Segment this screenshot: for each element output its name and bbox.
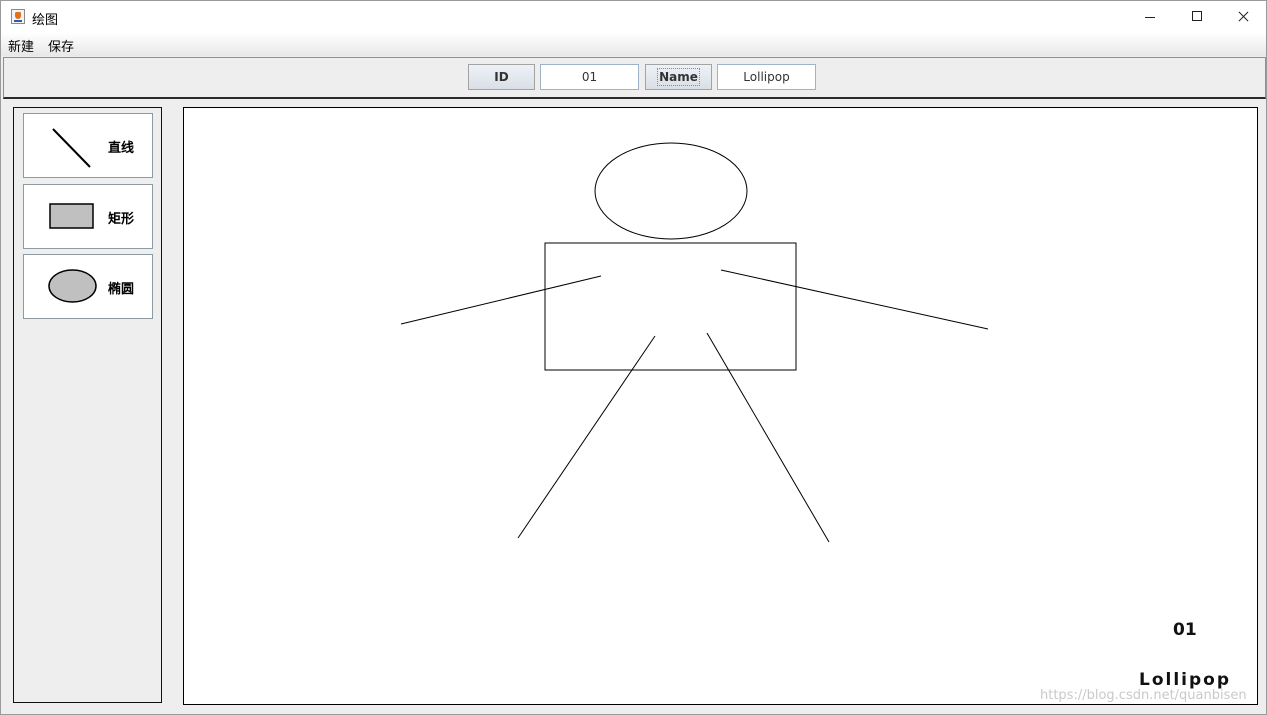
name-field[interactable]: Lollipop	[717, 64, 816, 90]
left-arm-line	[400, 275, 602, 325]
head-ellipse	[594, 142, 748, 240]
right-leg-line	[706, 332, 830, 543]
right-arm-line	[720, 269, 989, 330]
left-leg-line	[517, 335, 656, 539]
name-button-label: Name	[657, 68, 700, 86]
close-icon[interactable]	[1220, 1, 1266, 33]
window-title: 绘图	[32, 13, 59, 28]
info-toolbar: ID 01 Name Lollipop	[3, 57, 1266, 99]
title-bar: 绘图	[1, 1, 1266, 33]
line-tool-label: 直线	[108, 141, 135, 156]
id-field[interactable]: 01	[540, 64, 639, 90]
watermark-text: https://blog.csdn.net/quanbisen	[1040, 688, 1247, 703]
canvas-drawing	[400, 142, 989, 543]
ellipse-tool-label: 椭圆	[108, 282, 135, 297]
canvas-name-text: Lollipop	[1139, 670, 1232, 690]
maximize-icon[interactable]	[1174, 1, 1220, 33]
rectangle-tool-label: 矩形	[108, 212, 135, 227]
name-button[interactable]: Name	[645, 64, 712, 90]
canvas-id-text: 01	[1173, 620, 1197, 640]
menu-new[interactable]: 新建	[8, 36, 34, 55]
ellipse-icon	[48, 269, 97, 303]
menu-save[interactable]: 保存	[48, 36, 74, 55]
line-icon	[52, 128, 91, 168]
body-rectangle	[544, 242, 797, 371]
drawing-canvas[interactable]: 01 Lollipop	[183, 107, 1258, 705]
id-button[interactable]: ID	[468, 64, 535, 90]
menu-bar: 新建 保存	[1, 33, 1266, 56]
line-tool-button[interactable]: 直线	[23, 113, 153, 178]
java-app-icon	[11, 9, 25, 24]
app-window: 绘图 新建 保存 ID 01 Name Lollipop 直线 矩形 椭圆 01…	[0, 0, 1267, 715]
rectangle-icon	[49, 203, 94, 229]
ellipse-tool-button[interactable]: 椭圆	[23, 254, 153, 319]
rectangle-tool-button[interactable]: 矩形	[23, 184, 153, 249]
tool-panel: 直线 矩形 椭圆	[13, 107, 162, 703]
minimize-icon[interactable]	[1128, 1, 1174, 33]
